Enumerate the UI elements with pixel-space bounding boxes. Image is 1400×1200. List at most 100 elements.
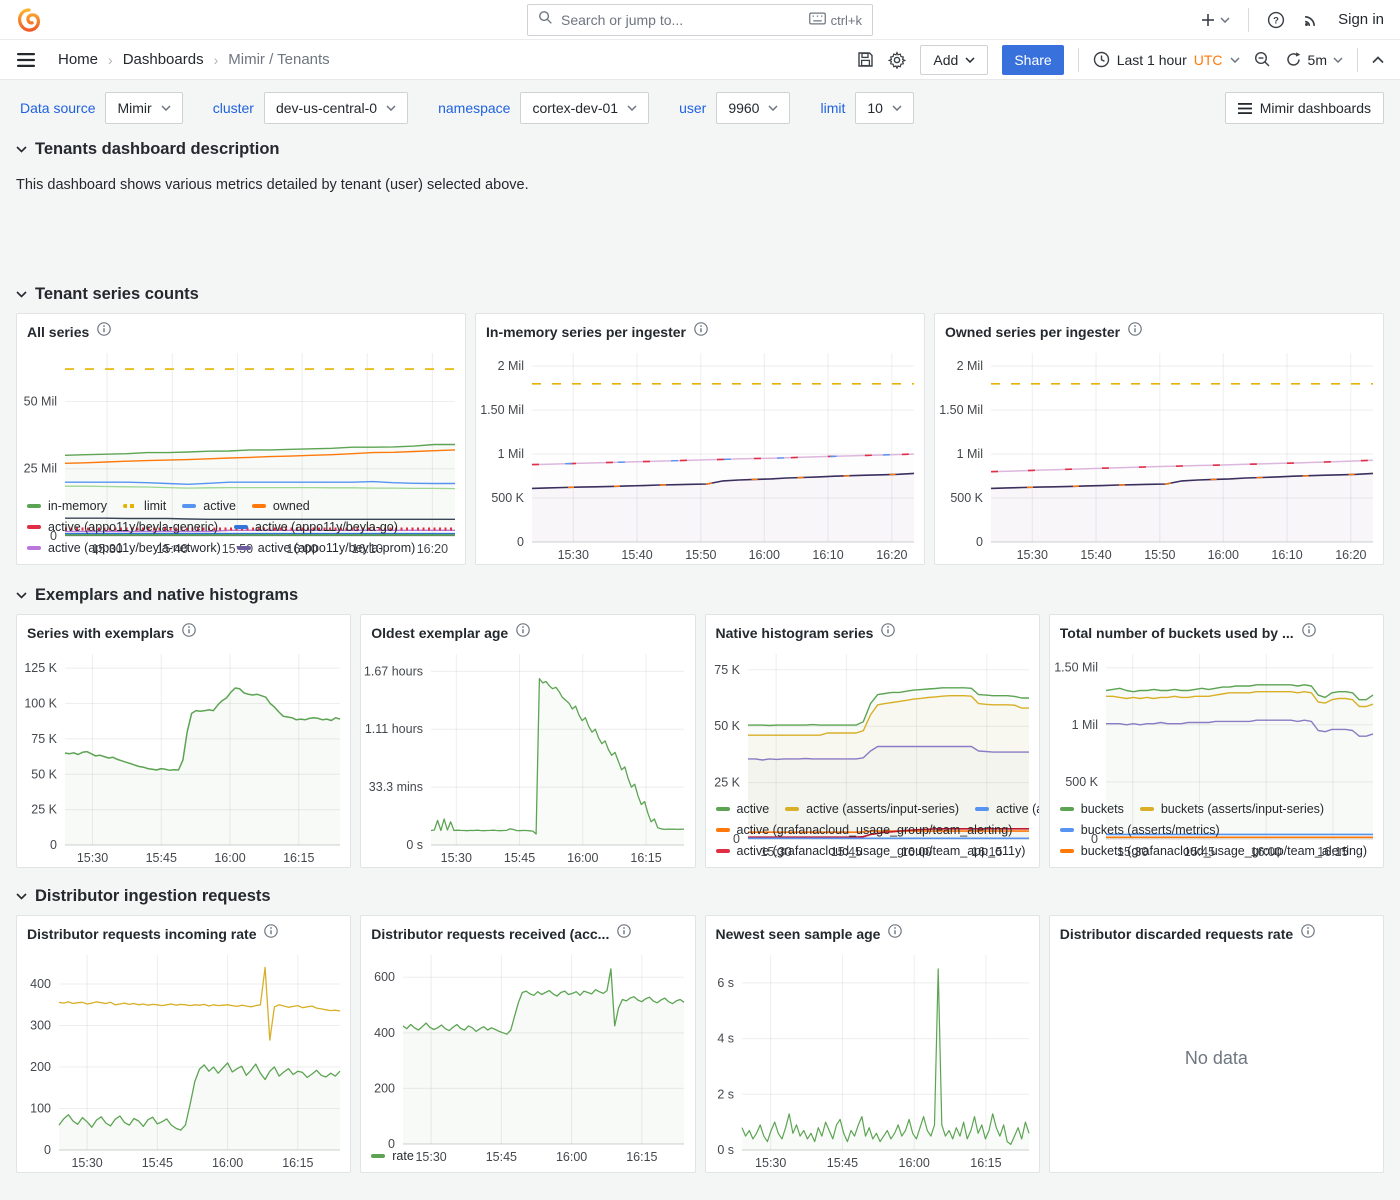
- legend-item[interactable]: active (grafanacloud_usage_group/team_ap…: [716, 844, 1026, 858]
- filter-user-label[interactable]: user: [675, 92, 710, 124]
- sign-in-link[interactable]: Sign in: [1338, 11, 1384, 28]
- filter-datasource-value[interactable]: Mimir: [105, 92, 182, 124]
- legend-item[interactable]: active: [716, 802, 770, 816]
- info-icon[interactable]: [881, 623, 895, 642]
- filter-value-text: Mimir: [117, 100, 151, 116]
- chart-distributor-incoming-rate[interactable]: 010020030040015:3015:4516:0016:15: [19, 945, 348, 1172]
- panel-row-distributor: Distributor requests incoming rate 01002…: [16, 915, 1384, 1173]
- filter-limit-label[interactable]: limit: [816, 92, 849, 124]
- panel-header[interactable]: Distributor requests incoming rate: [17, 916, 350, 945]
- legend-item[interactable]: rate: [371, 1149, 414, 1163]
- zoom-out-button[interactable]: [1254, 51, 1271, 68]
- mega-menu-toggle[interactable]: [16, 52, 36, 68]
- panel-header[interactable]: Newest seen sample age: [706, 916, 1039, 945]
- info-icon[interactable]: [888, 924, 902, 943]
- search-input[interactable]: [561, 12, 801, 28]
- panel-header[interactable]: Distributor discarded requests rate: [1050, 916, 1383, 945]
- refresh-picker[interactable]: 5m: [1285, 51, 1343, 68]
- filter-cluster-value[interactable]: dev-us-central-0: [264, 92, 408, 124]
- legend-item[interactable]: active (asserts/input-series): [785, 802, 959, 816]
- chart-inmemory-per-ingester[interactable]: 0500 K1 Mil1.50 Mil2 Mil15:3015:4015:501…: [478, 343, 922, 564]
- info-icon[interactable]: [1302, 623, 1316, 642]
- legend-item[interactable]: active (appo11y/beyla-generic): [27, 520, 218, 534]
- panel-header[interactable]: Owned series per ingester: [935, 314, 1383, 343]
- info-icon[interactable]: [1128, 322, 1142, 341]
- search-bar[interactable]: ctrl+k: [527, 4, 873, 36]
- legend-item[interactable]: buckets (grafanacloud_usage_group/team_a…: [1060, 844, 1367, 858]
- time-range-picker[interactable]: Last 1 hour UTC: [1093, 51, 1240, 68]
- legend-item[interactable]: buckets: [1060, 802, 1124, 816]
- legend-item[interactable]: buckets (asserts/input-series): [1140, 802, 1324, 816]
- dashboard-settings-button[interactable]: [888, 51, 906, 69]
- filter-cluster-label[interactable]: cluster: [209, 92, 258, 124]
- svg-text:15:30: 15:30: [77, 851, 108, 865]
- svg-text:25 K: 25 K: [31, 803, 57, 817]
- grafana-logo[interactable]: [16, 7, 42, 33]
- chart-distributor-discarded-rate[interactable]: No data: [1052, 945, 1381, 1172]
- section-description[interactable]: Tenants dashboard description: [16, 140, 1384, 159]
- info-icon[interactable]: [264, 924, 278, 943]
- panel-header[interactable]: Series with exemplars: [17, 615, 350, 644]
- chart-owned-per-ingester[interactable]: 0500 K1 Mil1.50 Mil2 Mil15:3015:4015:501…: [937, 343, 1381, 564]
- panel-title: Total number of buckets used by ...: [1060, 625, 1294, 641]
- svg-text:16:00: 16:00: [898, 1156, 929, 1170]
- info-icon[interactable]: [694, 322, 708, 341]
- panel-header[interactable]: Distributor requests received (acc...: [361, 916, 694, 945]
- panel-header[interactable]: Oldest exemplar age: [361, 615, 694, 644]
- chart-newest-sample-age[interactable]: 0 s2 s4 s6 s15:3015:4516:0016:15: [708, 945, 1037, 1172]
- mimir-dashboards-button[interactable]: Mimir dashboards: [1225, 92, 1384, 124]
- help-button[interactable]: ?: [1267, 11, 1285, 29]
- chart-distributor-received[interactable]: 020040060015:3015:4516:0016:15: [363, 945, 692, 1145]
- section-series-counts[interactable]: Tenant series counts: [16, 285, 1384, 304]
- svg-text:0 s: 0 s: [717, 1143, 734, 1157]
- chevron-down-icon: [892, 105, 902, 111]
- info-icon[interactable]: [97, 322, 111, 341]
- legend-item[interactable]: active (appo11y/beyla-network): [27, 541, 221, 555]
- filter-datasource-label[interactable]: Data source: [16, 92, 99, 124]
- legend-item[interactable]: active (appo11y/beyla-prom): [237, 541, 415, 555]
- panel-header[interactable]: In-memory series per ingester: [476, 314, 924, 343]
- add-button[interactable]: Add: [920, 45, 988, 75]
- chart-native-histogram-series[interactable]: 025 K50 K75 K15:3015:4516:0016:15: [708, 644, 1037, 798]
- legend-item[interactable]: limit: [123, 499, 166, 513]
- save-dashboard-button[interactable]: [857, 51, 874, 68]
- svg-text:200: 200: [30, 1060, 51, 1074]
- filter-namespace-label[interactable]: namespace: [434, 92, 514, 124]
- info-icon[interactable]: [182, 623, 196, 642]
- legend-item[interactable]: active (appo11y/beyla-go): [234, 520, 398, 534]
- section-distributor[interactable]: Distributor ingestion requests: [16, 887, 1384, 906]
- panel-header[interactable]: All series: [17, 314, 465, 343]
- info-icon[interactable]: [617, 924, 631, 943]
- section-exemplars[interactable]: Exemplars and native histograms: [16, 586, 1384, 605]
- info-icon[interactable]: [516, 623, 530, 642]
- filter-namespace-value[interactable]: cortex-dev-01: [520, 92, 649, 124]
- legend-item[interactable]: buckets (asserts/metrics): [1060, 823, 1220, 837]
- filter-user-value[interactable]: 9960: [716, 92, 790, 124]
- chart-oldest-exemplar-age[interactable]: 0 s33.3 mins1.11 hours1.67 hours15:3015:…: [363, 644, 692, 867]
- breadcrumb-home[interactable]: Home: [58, 51, 98, 68]
- filter-limit-value[interactable]: 10: [855, 92, 914, 124]
- legend-item[interactable]: in-memory: [27, 499, 107, 513]
- news-rss-icon[interactable]: [1303, 11, 1320, 28]
- filter-datasource: Data source Mimir: [16, 92, 183, 124]
- dashboard-canvas: Data source Mimir cluster dev-us-central…: [0, 80, 1400, 1173]
- panel-total-buckets: Total number of buckets used by ... 0500…: [1049, 614, 1384, 868]
- svg-text:50 Mil: 50 Mil: [24, 394, 57, 408]
- legend-item[interactable]: active (asserts/metrics): [975, 802, 1039, 816]
- panel-header[interactable]: Total number of buckets used by ...: [1050, 615, 1383, 644]
- breadcrumb-dashboards[interactable]: Dashboards: [123, 51, 204, 68]
- chart-total-buckets[interactable]: 0500 K1 Mil1.50 Mil15:3015:4516:0016:15: [1052, 644, 1381, 798]
- legend-item[interactable]: owned: [252, 499, 310, 513]
- legend-item[interactable]: active: [182, 499, 236, 513]
- legend-color-chip: [716, 807, 730, 811]
- share-button[interactable]: Share: [1002, 45, 1063, 75]
- chart-all-series[interactable]: 025 Mil50 Mil15:3015:4015:5016:0016:1016…: [19, 343, 463, 495]
- divider: [1078, 48, 1079, 72]
- collapse-toolbar-button[interactable]: [1372, 56, 1384, 64]
- panel-header[interactable]: Native histogram series: [706, 615, 1039, 644]
- info-icon[interactable]: [1301, 924, 1315, 943]
- chart-series-with-exemplars[interactable]: 025 K50 K75 K100 K125 K15:3015:4516:0016…: [19, 644, 348, 867]
- legend-item[interactable]: active (grafanacloud_usage_group/team_al…: [716, 823, 1013, 837]
- new-menu-button[interactable]: [1200, 12, 1230, 28]
- svg-text:100 K: 100 K: [24, 697, 57, 711]
